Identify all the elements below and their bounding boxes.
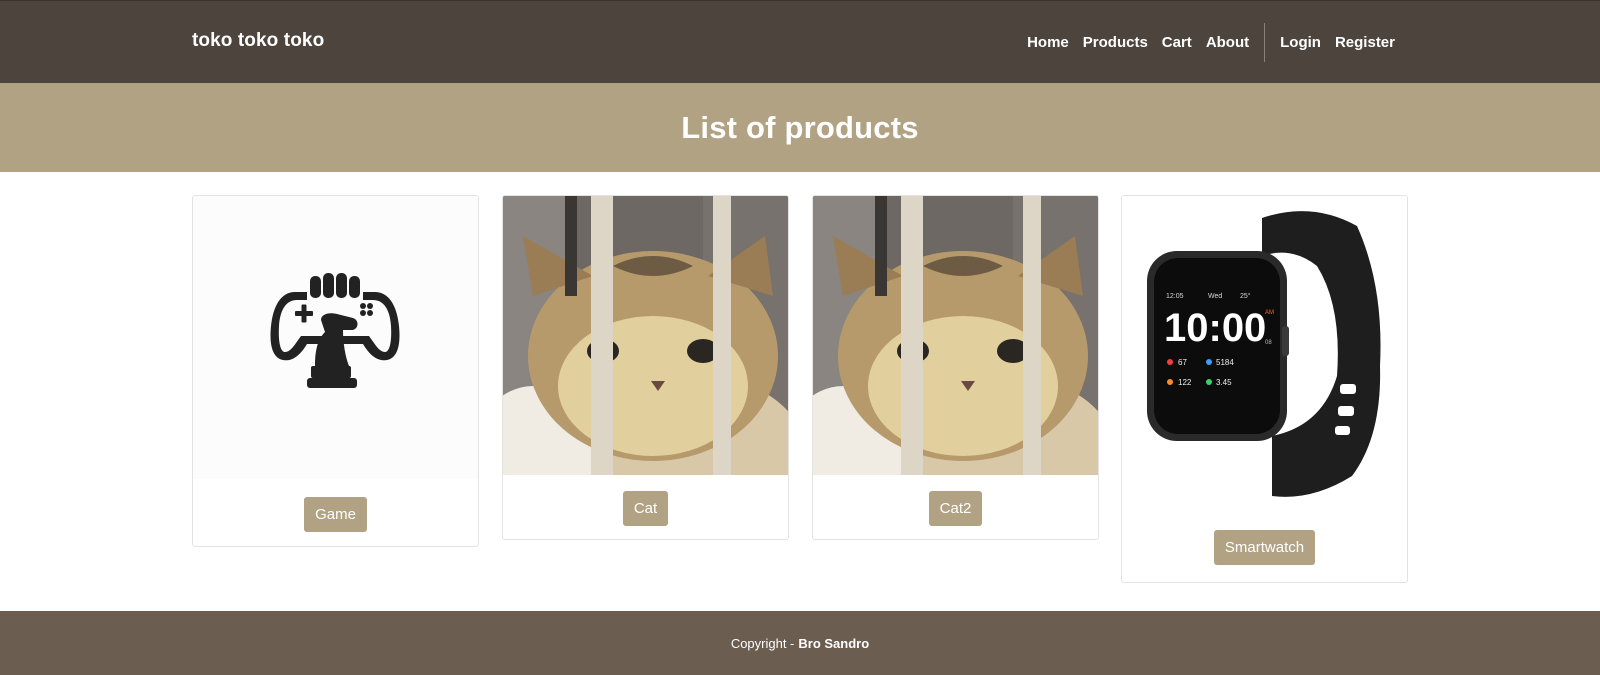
watch-temp: 25° xyxy=(1240,292,1251,300)
watch-distance: 3.45 xyxy=(1216,378,1232,387)
game-controller-icon[interactable] xyxy=(193,196,478,479)
product-button-smartwatch[interactable]: Smartwatch xyxy=(1213,530,1316,565)
product-card-game: Game xyxy=(192,195,479,547)
watch-heart: 67 xyxy=(1178,358,1187,367)
cat2-photo-icon[interactable] xyxy=(813,196,1098,475)
nav-register[interactable]: Register xyxy=(1335,34,1395,51)
watch-day: Wed xyxy=(1208,293,1222,300)
footer: Copyright - Bro Sandro xyxy=(0,611,1600,675)
watch-time: 10:00 xyxy=(1164,306,1266,350)
nav-cart[interactable]: Cart xyxy=(1162,34,1192,51)
hero-banner: List of products xyxy=(0,83,1600,172)
nav-divider xyxy=(1264,23,1266,62)
smartwatch-photo-icon[interactable]: 12:05 Wed 25° 10:00 AM 08 67 5184 122 3.… xyxy=(1122,196,1407,515)
watch-steps: 5184 xyxy=(1216,358,1234,367)
footer-copyright: Copyright - xyxy=(730,635,795,651)
product-card-cat2: Cat2 xyxy=(812,195,1099,540)
nav-about[interactable]: About xyxy=(1206,34,1249,51)
navbar: toko toko toko Home Products Cart About … xyxy=(0,0,1600,83)
nav-links: Home Products Cart About Login Register xyxy=(1020,23,1402,62)
nav-login[interactable]: Login xyxy=(1280,34,1321,51)
product-button-cat2[interactable]: Cat2 xyxy=(928,491,983,526)
product-grid: Game Cat Cat2 12:05 Wed 25° 10:00 AM 08 … xyxy=(0,172,1600,612)
watch-seconds: 08 xyxy=(1265,340,1272,346)
footer-author: Bro Sandro xyxy=(798,635,870,651)
watch-ampm: AM xyxy=(1265,310,1274,316)
brand-link[interactable]: toko toko toko xyxy=(192,30,324,52)
product-button-cat[interactable]: Cat xyxy=(622,491,669,526)
nav-products[interactable]: Products xyxy=(1083,34,1148,51)
watch-calories: 122 xyxy=(1178,378,1192,387)
page-title: List of products xyxy=(681,109,919,145)
product-card-cat: Cat xyxy=(502,195,789,540)
watch-date: 12:05 xyxy=(1166,293,1184,300)
cat-photo-icon[interactable] xyxy=(503,196,788,475)
product-card-smartwatch: 12:05 Wed 25° 10:00 AM 08 67 5184 122 3.… xyxy=(1121,195,1408,583)
product-button-game[interactable]: Game xyxy=(304,497,367,532)
nav-home[interactable]: Home xyxy=(1027,34,1069,51)
